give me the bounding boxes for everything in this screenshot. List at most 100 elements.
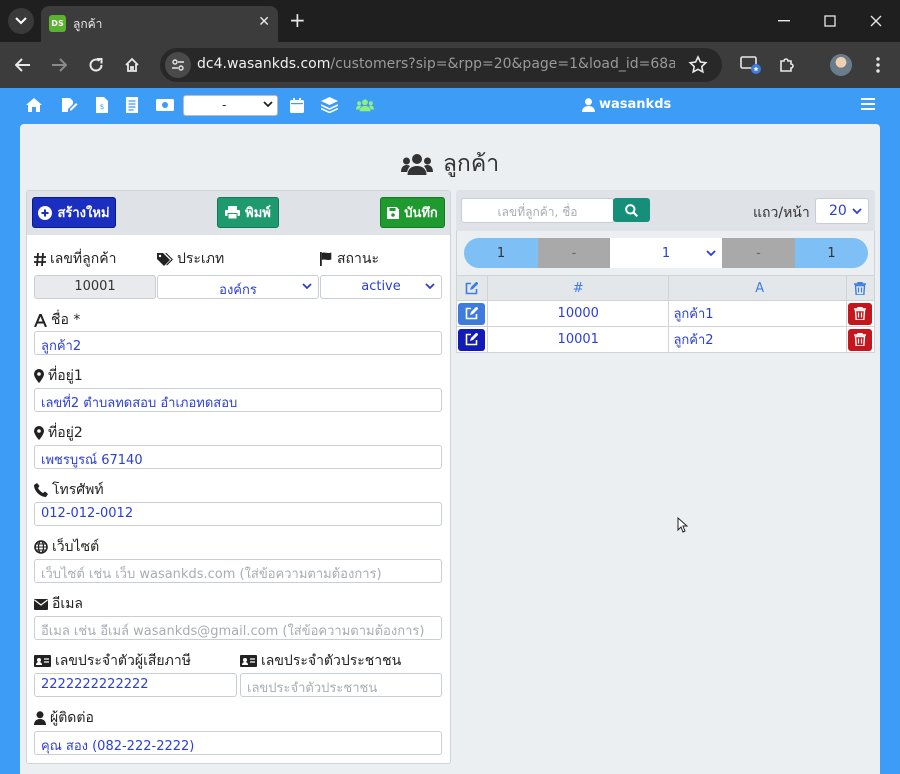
contact-input[interactable]: คุณ สอง (082-222-2222) xyxy=(34,731,442,755)
email-label: อีเมล xyxy=(34,593,83,615)
customer-form-panel: สร้างใหม่ พิมพ์ บันทึก เลขที่ลูกค้า ประเ… xyxy=(26,190,451,764)
file-invoice-icon: $ xyxy=(96,97,108,113)
phone-label-text: โทรศัพท์ xyxy=(52,482,104,498)
page-select[interactable]: 1 xyxy=(610,238,722,268)
chevron-down-icon xyxy=(263,101,273,108)
puzzle-icon xyxy=(780,58,794,72)
page-title-text: ลูกค้า xyxy=(442,151,500,177)
nav-invoice[interactable]: $ xyxy=(93,96,111,114)
id-column-header[interactable]: # xyxy=(486,275,670,301)
nav-home[interactable] xyxy=(25,96,43,114)
maximize-button[interactable] xyxy=(807,0,853,42)
edit-row-button[interactable] xyxy=(458,328,486,351)
citizen-id-label: เลขประจำตัวประชาชน xyxy=(240,650,401,672)
rows-per-page-select[interactable]: 20 xyxy=(815,198,869,224)
edit-row-button[interactable] xyxy=(458,302,486,325)
citizen-id-input[interactable]: เลขประจำตัวประชาชน xyxy=(240,673,442,697)
home-icon xyxy=(26,98,42,112)
plus-circle-icon xyxy=(38,205,53,220)
close-window-button[interactable] xyxy=(853,0,899,42)
edit-icon xyxy=(466,281,479,294)
delete-row-button[interactable] xyxy=(848,302,873,325)
nav-dropdown[interactable]: - xyxy=(183,95,278,116)
tab-search-button[interactable] xyxy=(8,8,34,34)
customer-id-label: เลขที่ลูกค้า xyxy=(34,248,116,270)
create-new-button[interactable]: สร้างใหม่ xyxy=(32,197,116,228)
type-select[interactable]: องค์กร xyxy=(157,275,319,299)
tab-close-icon[interactable]: ✕ xyxy=(258,14,270,30)
nav-money[interactable] xyxy=(156,96,174,114)
back-button[interactable] xyxy=(12,54,34,76)
site-info-button[interactable] xyxy=(165,52,191,78)
table-row[interactable]: 10000 ลูกค้า1 xyxy=(456,300,876,327)
address1-input[interactable]: เลขที่2 ตำบลทดสอบ อำเภอทดสอบ xyxy=(34,388,442,412)
trash-icon xyxy=(854,281,867,295)
url-text[interactable]: dc4.wasankds.com/customers?sip=&rpp=20&p… xyxy=(197,56,675,72)
contact-label: ผู้ติดต่อ xyxy=(34,707,94,729)
email-input[interactable]: อีเมล เช่น อีเมล์ wasankds@gmail.com (ใส… xyxy=(34,616,442,640)
list-toolbar: เลขที่ลูกค้า, ชื่อ แถว/หน้า 20 xyxy=(456,190,875,231)
user-menu[interactable]: wasankds xyxy=(582,97,671,112)
customer-id-field: 10001 xyxy=(34,275,156,299)
search-input[interactable]: เลขที่ลูกค้า, ชื่อ xyxy=(461,198,614,223)
phone-input[interactable]: 012-012-0012 xyxy=(34,502,442,526)
row-name: ลูกค้า1 xyxy=(668,300,847,327)
address-bar[interactable]: dc4.wasankds.com/customers?sip=&rpp=20&p… xyxy=(160,48,722,82)
status-select[interactable]: active xyxy=(320,275,442,299)
row-delete-cell xyxy=(845,300,876,327)
first-page-button[interactable]: 1 xyxy=(464,238,538,268)
prev-page-button[interactable]: - xyxy=(538,238,610,268)
home-button[interactable] xyxy=(121,54,143,76)
browser-menu-button[interactable] xyxy=(867,54,889,76)
user-icon xyxy=(582,97,595,112)
row-id: 10001 xyxy=(486,326,670,353)
edit-icon xyxy=(466,307,479,320)
address2-input[interactable]: เพชรบูรณ์ 67140 xyxy=(34,445,442,469)
customer-id-label-text: เลขที่ลูกค้า xyxy=(50,251,117,267)
forward-button[interactable] xyxy=(48,54,70,76)
browser-tab[interactable]: DS ลูกค้า ✕ xyxy=(41,6,278,42)
username: wasankds xyxy=(599,97,672,112)
nav-dropdown-value: - xyxy=(222,98,227,112)
search-button[interactable] xyxy=(613,198,650,222)
reload-button[interactable] xyxy=(85,54,107,76)
users-icon xyxy=(400,154,433,175)
nav-customers[interactable] xyxy=(356,96,374,114)
chevron-down-icon xyxy=(302,283,312,290)
profile-avatar[interactable] xyxy=(830,54,852,76)
tax-id-label-text: เลขประจำตัวผู้เสียภาษี xyxy=(55,653,191,669)
delete-row-button[interactable] xyxy=(848,328,873,351)
create-new-label: สร้างใหม่ xyxy=(57,206,110,221)
pagination: 1 - 1 - 1 xyxy=(456,231,875,275)
tax-id-input[interactable]: 2222222222222 xyxy=(34,673,237,697)
row-id: 10000 xyxy=(486,300,670,327)
cast-extension-button[interactable] xyxy=(740,54,762,76)
rows-per-page-value: 20 xyxy=(829,203,847,219)
save-button[interactable]: บันทึก xyxy=(380,197,445,228)
extensions-button[interactable] xyxy=(776,54,798,76)
next-page-button[interactable]: - xyxy=(722,238,795,268)
nav-receipt[interactable] xyxy=(123,96,141,114)
row-delete-cell xyxy=(845,326,876,353)
website-label: เว็บไซต์ xyxy=(34,536,99,558)
nav-layers[interactable] xyxy=(320,96,338,114)
arrow-left-icon xyxy=(15,58,30,72)
new-tab-button[interactable]: + xyxy=(289,10,306,30)
table-row[interactable]: 10001 ลูกค้า2 xyxy=(456,326,876,353)
phone-label: โทรศัพท์ xyxy=(34,479,104,501)
calendar-icon xyxy=(290,97,304,113)
name-input[interactable]: ลูกค้า2 xyxy=(34,331,442,355)
maximize-icon xyxy=(824,15,836,27)
last-page-button[interactable]: 1 xyxy=(795,238,868,268)
bookmark-star-icon[interactable] xyxy=(688,55,708,75)
print-button[interactable]: พิมพ์ xyxy=(217,197,279,228)
citizen-id-label-text: เลขประจำตัวประชาชน xyxy=(261,653,402,669)
website-input[interactable]: เว็บไซต์ เช่น เว็บ wasankds.com (ใส่ข้อค… xyxy=(34,559,442,583)
name-column-header[interactable]: A xyxy=(668,275,847,301)
browser-toolbar: dc4.wasankds.com/customers?sip=&rpp=20&p… xyxy=(0,42,900,88)
hamburger-menu-button[interactable] xyxy=(861,98,875,110)
nav-calendar[interactable] xyxy=(288,96,306,114)
nav-edit-document[interactable] xyxy=(60,96,78,114)
minimize-button[interactable] xyxy=(761,0,807,42)
mouse-cursor-icon xyxy=(677,517,688,533)
